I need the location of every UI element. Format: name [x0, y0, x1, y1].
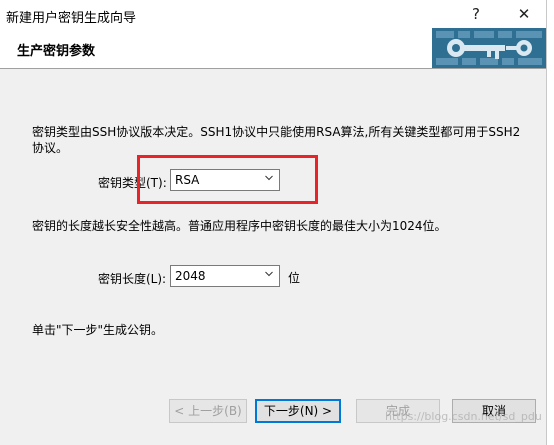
prev-button[interactable]: < 上一步(B) [169, 399, 247, 423]
watermark: https://blog.csdn.net/sd_pdu [385, 410, 542, 423]
chevron-down-icon [265, 271, 273, 277]
key-length-unit: 位 [288, 271, 301, 285]
help-button[interactable]: ? [462, 4, 490, 24]
key-length-label: 密钥长度(L): [98, 272, 167, 286]
window-title: 新建用户密钥生成向导 [6, 11, 137, 26]
key-type-description: 密钥类型由SSH协议版本决定。SSH1协议中只能使用RSA算法,所有关键类型都可… [32, 125, 521, 155]
background-window-edge [546, 0, 554, 445]
key-length-description: 密钥的长度越长安全性越高。普通应用程序中密钥长度的最佳大小为1024位。 [32, 219, 447, 233]
wizard-window: 新建用户密钥生成向导 ? ✕ 生产密钥参数 密钥类型由SSH协议版本决定。SSH… [0, 0, 546, 445]
key-banner-icon [432, 28, 546, 68]
wizard-header: 生产密钥参数 [0, 28, 546, 69]
title-bar: 新建用户密钥生成向导 ? ✕ [0, 0, 546, 28]
hint-text: 单击"下一步"生成公钥。 [32, 323, 164, 337]
annotation-highlight-box [137, 155, 318, 204]
page-title: 生产密钥参数 [17, 44, 96, 59]
next-button[interactable]: 下一步(N) > [255, 399, 341, 423]
key-length-value: 2048 [175, 269, 206, 283]
close-button[interactable]: ✕ [510, 4, 538, 24]
key-length-select[interactable]: 2048 [170, 265, 280, 287]
